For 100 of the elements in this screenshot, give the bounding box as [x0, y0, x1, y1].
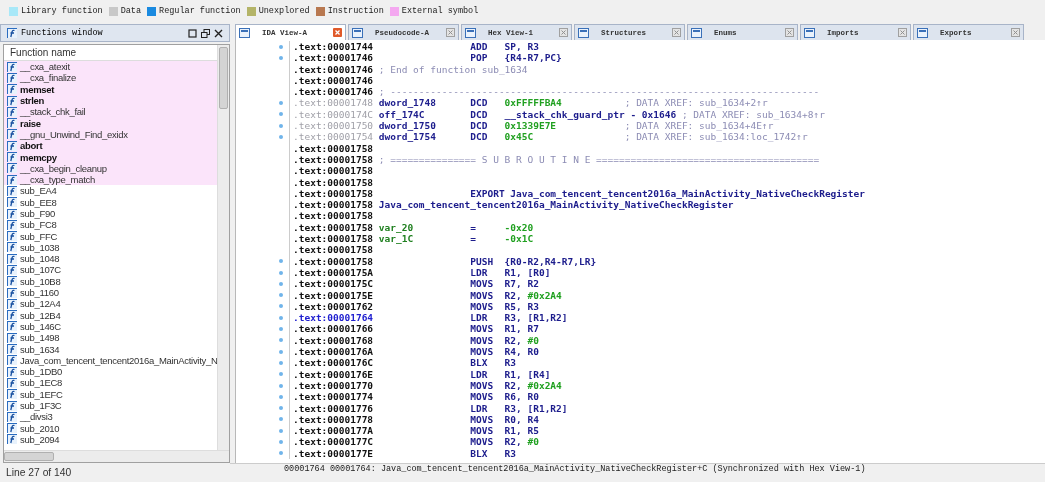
window-icon [578, 27, 589, 38]
function-icon [7, 84, 17, 95]
mnemonic: MOVS [470, 289, 495, 301]
function-item[interactable]: sub_EE8 [4, 196, 217, 208]
code-label: dword_1750 [378, 120, 437, 132]
operands: R1, R5 [504, 425, 540, 437]
operands: R4, R0 [504, 346, 540, 358]
function-item[interactable]: Java_com_tencent_tencent2016a_MainActivity_N [4, 354, 217, 366]
operator: = [470, 233, 477, 245]
address: .text:0000177C [293, 436, 375, 448]
function-item[interactable]: sub_1048 [4, 253, 217, 265]
address: .text:00001754 [293, 131, 375, 143]
function-item[interactable]: sub_10B8 [4, 275, 217, 287]
function-icon [7, 287, 17, 298]
mnemonic: MOVS [470, 300, 495, 313]
function-item[interactable]: sub_1160 [4, 286, 217, 299]
function-item[interactable]: sub_1F3C [4, 399, 217, 412]
function-item[interactable]: memcpy [4, 151, 217, 163]
operands: R3 [504, 357, 518, 369]
mnemonic: LDR [470, 266, 489, 279]
operands: -0x20 [504, 221, 535, 234]
code-label: off_174C [378, 108, 426, 121]
function-icon [7, 129, 17, 140]
close-icon[interactable] [214, 28, 223, 38]
function-item[interactable]: sub_FC8 [4, 219, 217, 231]
function-item[interactable]: __cxa_begin_cleanup [4, 162, 217, 174]
function-icon [7, 152, 17, 162]
address: .text:00001748 [293, 97, 375, 109]
function-item[interactable]: sub_1DB0 [4, 366, 217, 378]
function-item[interactable]: __cxa_finalize [4, 72, 217, 84]
window-icon [239, 27, 250, 38]
address: .text:00001770 [293, 379, 375, 392]
address: .text:00001744 [293, 41, 375, 53]
function-item[interactable]: sub_EA4 [4, 185, 217, 197]
float-icon[interactable] [201, 28, 210, 38]
function-icon [7, 163, 17, 174]
code-comment: ; =============== S U B R O U T I N E ======================================= [378, 153, 820, 166]
operands: 0xFFFFFBA4 [504, 97, 563, 109]
function-item[interactable]: sub_1498 [4, 332, 217, 344]
column-header[interactable]: Function name [4, 45, 217, 61]
function-item[interactable]: __stack_chk_fail [4, 106, 217, 118]
code-comment: ; --------------------------------------------------------------------------- [378, 86, 820, 98]
function-icon [7, 72, 17, 83]
function-icon [7, 321, 17, 332]
operands: R1, [R0] [504, 266, 552, 279]
function-item[interactable]: sub_FFC [4, 230, 217, 242]
address: .text:00001758 [293, 176, 375, 188]
window-icon [352, 27, 363, 38]
function-item[interactable]: sub_146C [4, 320, 217, 333]
mnemonic: DCD [470, 120, 489, 132]
address: .text:00001746 [293, 52, 375, 64]
function-item[interactable]: sub_1EFC [4, 388, 217, 400]
address: .text:00001750 [293, 120, 375, 132]
function-item[interactable]: __divsi3 [4, 411, 217, 423]
operands: {R4-R7,PC} [504, 52, 563, 64]
vertical-scrollbar[interactable] [217, 45, 229, 450]
function-item[interactable]: __cxa_atexit [4, 61, 217, 73]
window-icon [917, 27, 928, 38]
operands: R3, [R1,R2] [504, 402, 569, 414]
mnemonic: ADD [470, 41, 489, 53]
function-icon [7, 265, 17, 275]
function-icon [7, 208, 17, 219]
address: .text:0000176A [293, 346, 375, 358]
operands: R5, R3 [504, 300, 540, 313]
function-icon [7, 411, 17, 422]
address: .text:00001766 [293, 323, 375, 335]
code-label: dword_1754 [378, 131, 437, 143]
function-item[interactable]: abort [4, 140, 217, 152]
function-item[interactable]: sub_12A4 [4, 298, 217, 310]
code-label: Java_com_tencent_tencent2016a_MainActivity_NativeCheckRegister [378, 199, 734, 211]
function-item[interactable]: sub_1634 [4, 343, 217, 355]
function-item[interactable]: sub_F90 [4, 207, 217, 220]
code-label: dword_1748 [378, 97, 437, 109]
operands: R3, [R1,R2] [504, 312, 569, 324]
address: .text:0000176E [293, 368, 375, 380]
function-icon [7, 366, 17, 377]
function-item[interactable]: sub_107C [4, 264, 217, 276]
function-item[interactable]: sub_12B4 [4, 309, 217, 321]
function-icon [7, 219, 17, 230]
function-item[interactable]: sub_2010 [4, 422, 217, 434]
mnemonic: MOVS [470, 379, 495, 392]
mnemonic: POP [470, 52, 489, 64]
function-item[interactable]: sub_2094 [4, 433, 217, 446]
function-item[interactable]: sub_1038 [4, 241, 217, 254]
horizontal-scrollbar[interactable] [4, 450, 229, 462]
panel-title: Functions window [21, 28, 104, 38]
address: .text:00001758 [293, 153, 375, 166]
mnemonic: EXPORT [470, 187, 506, 200]
function-icon [7, 242, 17, 253]
code-comment: ; DATA XREF: sub_1634+2↑r [623, 97, 768, 109]
function-item[interactable]: memset [4, 83, 217, 95]
address: .text:0000174C [293, 108, 375, 121]
function-item[interactable]: sub_1EC8 [4, 377, 217, 389]
address: .text:0000177A [293, 425, 375, 437]
operands: R1, [R4] [504, 368, 552, 380]
function-item[interactable]: raise [4, 117, 217, 129]
function-icon [7, 423, 17, 434]
maximize-icon[interactable] [188, 28, 197, 38]
mnemonic: DCD [470, 108, 489, 121]
mnemonic: MOVS [470, 278, 495, 290]
